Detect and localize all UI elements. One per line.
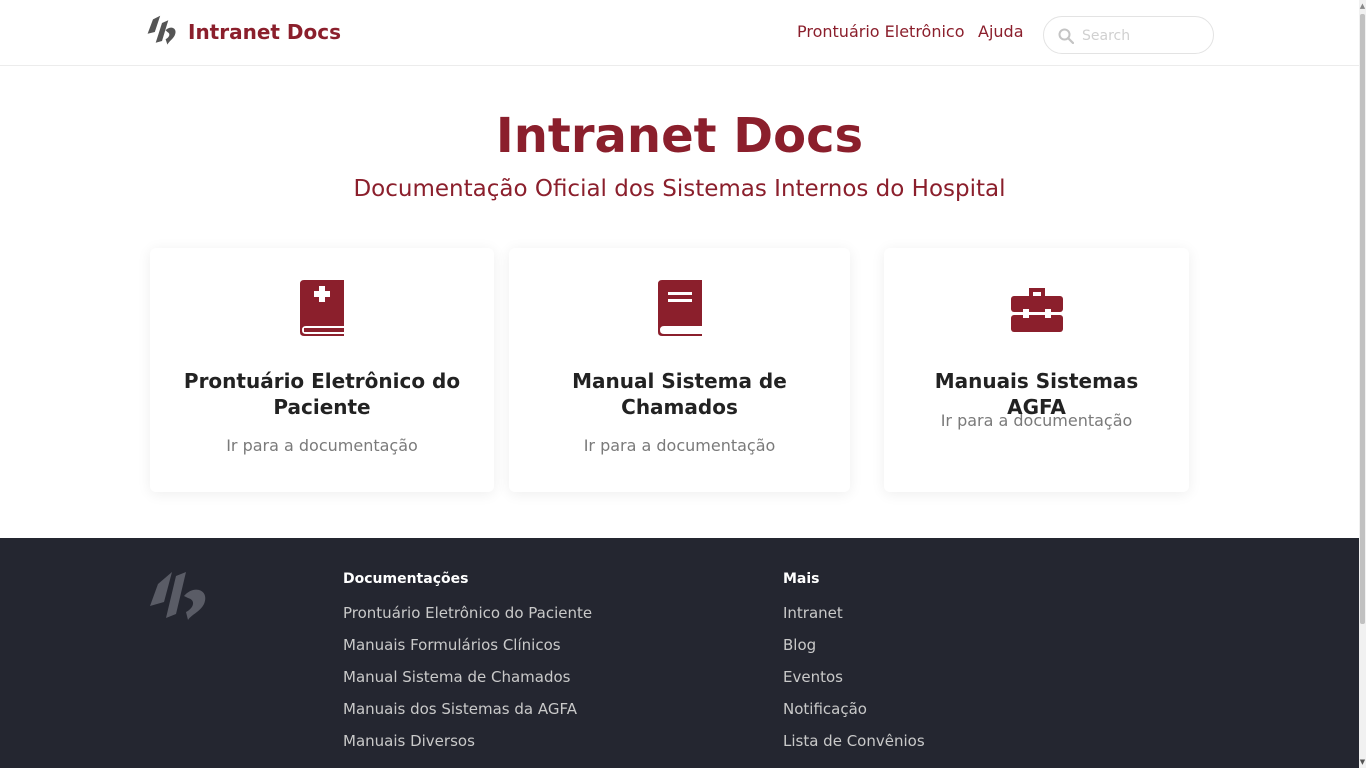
toolbox-icon <box>1010 288 1063 332</box>
page-title: Intranet Docs <box>495 108 864 164</box>
footer-link[interactable]: Blog <box>783 636 925 668</box>
scroll-up-arrow-icon[interactable]: ▲ <box>1359 0 1366 12</box>
brand-link[interactable]: Intranet Docs <box>144 14 341 50</box>
card-title: Manual Sistema de Chamados <box>572 369 787 419</box>
medical-book-icon <box>300 280 344 336</box>
search-icon <box>1058 28 1074 44</box>
nav-link-ajuda[interactable]: Ajuda <box>978 22 1024 41</box>
card-title: Prontuário Eletrônico do Paciente <box>183 369 461 419</box>
brand-title: Intranet Docs <box>188 20 342 44</box>
footer-link[interactable]: Notificação <box>783 700 925 732</box>
footer-link[interactable]: Eventos <box>783 668 925 700</box>
card-doc-link[interactable]: Ir para a documentação <box>150 436 494 455</box>
top-navbar: Intranet Docs Prontuário Eletrônico Ajud… <box>0 0 1359 66</box>
footer-col-documentacoes: Documentações Prontuário Eletrônico do P… <box>343 570 592 764</box>
hospital-logo-icon <box>150 572 206 620</box>
footer-link[interactable]: Manuais Formulários Clínicos <box>343 636 592 668</box>
card-prontuario[interactable]: Prontuário Eletrônico do Paciente Ir par… <box>150 248 494 492</box>
search-box <box>1043 16 1214 54</box>
footer-link[interactable]: Lista de Convênios <box>783 732 925 764</box>
book-icon <box>657 280 702 336</box>
footer-link[interactable]: Manuais dos Sistemas da AGFA <box>343 700 592 732</box>
card-agfa[interactable]: Manuais Sistemas AGFA Ir para a document… <box>884 248 1189 492</box>
vertical-scrollbar[interactable]: ▲ ▼ <box>1359 0 1366 768</box>
page-subtitle: Documentação Oficial dos Sistemas Intern… <box>353 176 1006 202</box>
search-input[interactable] <box>1082 25 1202 47</box>
footer-col-title: Documentações <box>343 571 469 587</box>
scroll-thumb[interactable] <box>1360 14 1365 624</box>
card-chamados[interactable]: Manual Sistema de Chamados Ir para a doc… <box>509 248 850 492</box>
footer-link[interactable]: Intranet <box>783 604 925 636</box>
card-doc-link[interactable]: Ir para a documentação <box>509 436 850 455</box>
footer: Documentações Prontuário Eletrônico do P… <box>0 538 1359 768</box>
footer-link[interactable]: Prontuário Eletrônico do Paciente <box>343 604 592 636</box>
footer-link[interactable]: Manuais Diversos <box>343 732 592 764</box>
nav-link-prontuario[interactable]: Prontuário Eletrônico <box>797 22 965 41</box>
card-doc-link[interactable]: Ir para a documentação <box>884 411 1189 430</box>
footer-col-title: Mais <box>783 571 820 587</box>
footer-col-mais: Mais Intranet Blog Eventos Notificação L… <box>783 570 925 764</box>
scroll-down-arrow-icon[interactable]: ▼ <box>1359 756 1366 768</box>
hospital-logo-icon <box>147 15 176 45</box>
footer-link[interactable]: Manual Sistema de Chamados <box>343 668 592 700</box>
